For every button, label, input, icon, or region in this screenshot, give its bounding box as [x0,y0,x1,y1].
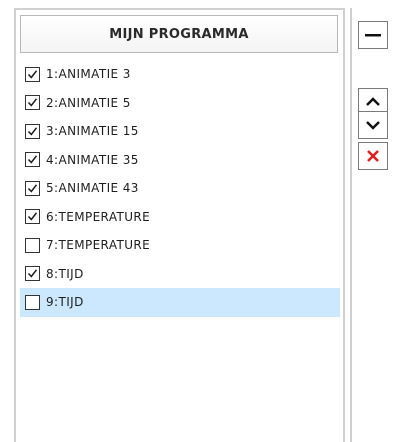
checkmark-icon [27,98,38,107]
item-checkbox[interactable] [25,209,40,225]
program-list: 1:ANIMATIE 3 2:ANIMATIE 5 3:ANIMATIE 15 … [20,60,341,317]
checkmark-icon [27,155,38,164]
list-item[interactable]: 9:TIJD [20,288,340,317]
close-icon [367,150,379,162]
item-checkbox[interactable] [25,123,40,139]
item-label: 4:ANIMATIE 35 [46,152,139,167]
item-checkbox[interactable] [25,180,40,196]
program-list-panel: MIJN PROGRAMMA 1:ANIMATIE 3 2:ANIMATIE 5… [14,8,345,442]
chevron-up-icon [366,97,380,106]
item-label: 2:ANIMATIE 5 [46,95,131,110]
item-checkbox[interactable] [25,237,40,253]
chevron-down-icon [366,121,380,130]
side-button-bar [350,8,398,442]
list-item[interactable]: 5:ANIMATIE 43 [20,174,341,203]
item-label: 8:TIJD [46,266,84,281]
move-down-button[interactable] [358,111,388,139]
item-label: 3:ANIMATIE 15 [46,124,139,139]
item-label: 9:TIJD [46,295,84,310]
list-item[interactable]: 2:ANIMATIE 5 [20,89,341,118]
program-editor: MIJN PROGRAMMA 1:ANIMATIE 3 2:ANIMATIE 5… [0,0,398,442]
item-checkbox[interactable] [25,95,40,111]
delete-button[interactable] [358,142,388,170]
program-list-title: MIJN PROGRAMMA [20,15,338,53]
list-item[interactable]: 3:ANIMATIE 15 [20,117,341,146]
item-label: 7:TEMPERATURE [46,238,151,253]
minus-icon [365,34,381,37]
list-item[interactable]: 4:ANIMATIE 35 [20,146,341,175]
item-label: 6:TEMPERATURE [46,209,151,224]
item-checkbox[interactable] [25,152,40,168]
list-item[interactable]: 1:ANIMATIE 3 [20,60,341,89]
checkmark-icon [27,70,38,79]
checkmark-icon [27,212,38,221]
item-checkbox[interactable] [25,66,40,82]
item-checkbox[interactable] [25,294,40,310]
minus-button[interactable] [358,21,388,49]
list-item[interactable]: 8:TIJD [20,260,341,289]
list-item[interactable]: 7:TEMPERATURE [20,231,341,260]
item-label: 5:ANIMATIE 43 [46,181,139,196]
list-item[interactable]: 6:TEMPERATURE [20,203,341,232]
item-label: 1:ANIMATIE 3 [46,67,131,82]
checkmark-icon [27,127,38,136]
checkmark-icon [27,269,38,278]
item-checkbox[interactable] [25,266,40,282]
checkmark-icon [27,184,38,193]
